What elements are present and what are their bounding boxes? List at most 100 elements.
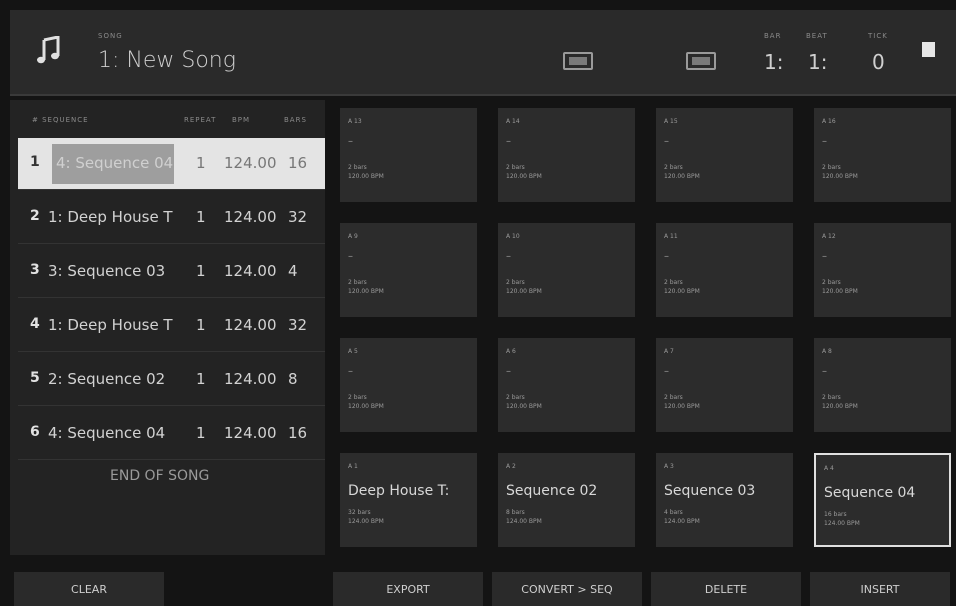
tile-empty-dash: – [822, 366, 827, 377]
tile-label: A 8 [822, 348, 832, 355]
song-label: SONG [98, 32, 123, 40]
row-bpm: 124.00 [224, 154, 277, 172]
row-bpm: 124.00 [224, 316, 277, 334]
row-repeat: 1 [196, 208, 206, 226]
tile-sequence-name: Sequence 03 [664, 483, 756, 499]
tile-empty-dash: – [506, 251, 511, 262]
sequence-tile[interactable]: A 9 – 2 bars 120.00 BPM [340, 223, 477, 317]
sequence-tile[interactable]: A 8 – 2 bars 120.00 BPM [814, 338, 951, 432]
col-sequence: # SEQUENCE [32, 116, 89, 124]
tile-bpm: 120.00 BPM [664, 288, 700, 295]
sequence-tile[interactable]: A 6 – 2 bars 120.00 BPM [498, 338, 635, 432]
tile-bars: 2 bars [664, 279, 683, 286]
tile-label: A 13 [348, 118, 362, 125]
end-of-song-label[interactable]: END OF SONG [110, 468, 209, 484]
row-number: 4 [30, 316, 40, 332]
sequence-tile[interactable]: A 15 – 2 bars 120.00 BPM [656, 108, 793, 202]
row-repeat: 1 [196, 316, 206, 334]
tile-bpm: 120.00 BPM [506, 403, 542, 410]
sequence-tile[interactable]: A 11 – 2 bars 120.00 BPM [656, 223, 793, 317]
list-row[interactable]: 4 1: Deep House T 1 124.00 32 [18, 300, 325, 352]
tile-bars: 32 bars [348, 509, 371, 516]
row-bpm: 124.00 [224, 208, 277, 226]
tile-label: A 11 [664, 233, 678, 240]
stop-icon[interactable] [922, 42, 935, 57]
tile-label: A 16 [822, 118, 836, 125]
tile-bpm: 120.00 BPM [348, 288, 384, 295]
col-repeat: REPEAT [184, 116, 217, 124]
tick-label: TICK [868, 32, 888, 40]
tile-bars: 2 bars [506, 394, 525, 401]
row-bars: 32 [288, 316, 308, 334]
list-row[interactable]: 5 2: Sequence 02 1 124.00 8 [18, 354, 325, 406]
row-bars: 4 [288, 262, 298, 280]
sequence-tile[interactable]: A 7 – 2 bars 120.00 BPM [656, 338, 793, 432]
list-row[interactable]: 2 1: Deep House T 1 124.00 32 [18, 192, 325, 244]
row-sequence-name: 1: Deep House T [48, 316, 173, 334]
tile-empty-dash: – [664, 136, 669, 147]
music-note-icon[interactable] [36, 36, 62, 66]
sequence-tile[interactable]: A 14 – 2 bars 120.00 BPM [498, 108, 635, 202]
tile-bars: 2 bars [348, 394, 367, 401]
song-sequence-list: # SEQUENCE REPEAT BPM BARS 1 4: Sequence… [10, 100, 325, 555]
tile-empty-dash: – [348, 251, 353, 262]
row-bpm: 124.00 [224, 370, 277, 388]
keyboard-icon[interactable] [563, 52, 593, 70]
header: SONG 1: New Song BAR 1: BEAT 1: TICK 0 [0, 0, 956, 97]
row-sequence-name: 2: Sequence 02 [48, 370, 166, 388]
tile-bars: 2 bars [822, 394, 841, 401]
list-row[interactable]: 3 3: Sequence 03 1 124.00 4 [18, 246, 325, 298]
tile-empty-dash: – [348, 136, 353, 147]
sequence-tile[interactable]: A 1 Deep House T: 32 bars 124.00 BPM [340, 453, 477, 547]
sequence-tile[interactable]: A 2 Sequence 02 8 bars 124.00 BPM [498, 453, 635, 547]
tile-sequence-name: Sequence 04 [824, 485, 916, 501]
sequence-tile[interactable]: A 5 – 2 bars 120.00 BPM [340, 338, 477, 432]
clear-button[interactable]: CLEAR [14, 572, 164, 606]
tile-bpm: 120.00 BPM [348, 403, 384, 410]
tile-bars: 2 bars [348, 279, 367, 286]
tile-bars: 2 bars [822, 164, 841, 171]
row-bpm: 124.00 [224, 262, 277, 280]
header-bar: SONG 1: New Song BAR 1: BEAT 1: TICK 0 [10, 10, 956, 96]
col-bars: BARS [284, 116, 307, 124]
tile-bpm: 120.00 BPM [822, 288, 858, 295]
convert-to-seq-button[interactable]: CONVERT > SEQ [492, 572, 642, 606]
song-title[interactable]: 1: New Song [98, 48, 236, 73]
sequence-tile[interactable]: A 16 – 2 bars 120.00 BPM [814, 108, 951, 202]
tile-empty-dash: – [822, 251, 827, 262]
row-repeat: 1 [196, 424, 206, 442]
tick-value[interactable]: 0 [872, 50, 885, 74]
tile-bpm: 120.00 BPM [506, 173, 542, 180]
tile-empty-dash: – [822, 136, 827, 147]
beat-value[interactable]: 1: [808, 50, 827, 74]
bar-value[interactable]: 1: [764, 50, 783, 74]
row-sequence-name: 1: Deep House T [48, 208, 173, 226]
delete-button[interactable]: DELETE [651, 572, 801, 606]
tile-bars: 2 bars [506, 164, 525, 171]
sequence-tile[interactable]: A 3 Sequence 03 4 bars 124.00 BPM [656, 453, 793, 547]
sequence-tile[interactable]: A 12 – 2 bars 120.00 BPM [814, 223, 951, 317]
display-icon[interactable] [686, 52, 716, 70]
tile-bpm: 120.00 BPM [506, 288, 542, 295]
tile-label: A 12 [822, 233, 836, 240]
tile-bpm: 120.00 BPM [664, 173, 700, 180]
insert-button[interactable]: INSERT [810, 572, 950, 606]
row-bars: 16 [288, 154, 308, 172]
sequence-tile-selected[interactable]: A 4 Sequence 04 16 bars 124.00 BPM [814, 453, 951, 547]
tile-label: A 3 [664, 463, 674, 470]
sequence-tile[interactable]: A 13 – 2 bars 120.00 BPM [340, 108, 477, 202]
sequence-tile[interactable]: A 10 – 2 bars 120.00 BPM [498, 223, 635, 317]
tile-bpm: 120.00 BPM [822, 403, 858, 410]
list-row[interactable]: 1 4: Sequence 04 1 124.00 16 [18, 138, 325, 190]
list-row[interactable]: 6 4: Sequence 04 1 124.00 16 [18, 408, 325, 460]
tile-label: A 4 [824, 465, 834, 472]
tile-sequence-name: Sequence 02 [506, 483, 598, 499]
beat-label: BEAT [806, 32, 828, 40]
row-repeat: 1 [196, 262, 206, 280]
export-button[interactable]: EXPORT [333, 572, 483, 606]
row-sequence-name[interactable]: 4: Sequence 04 [52, 144, 174, 184]
tile-bars: 4 bars [664, 509, 683, 516]
row-number: 1 [30, 154, 40, 170]
row-bars: 8 [288, 370, 298, 388]
tile-bpm: 124.00 BPM [348, 518, 384, 525]
